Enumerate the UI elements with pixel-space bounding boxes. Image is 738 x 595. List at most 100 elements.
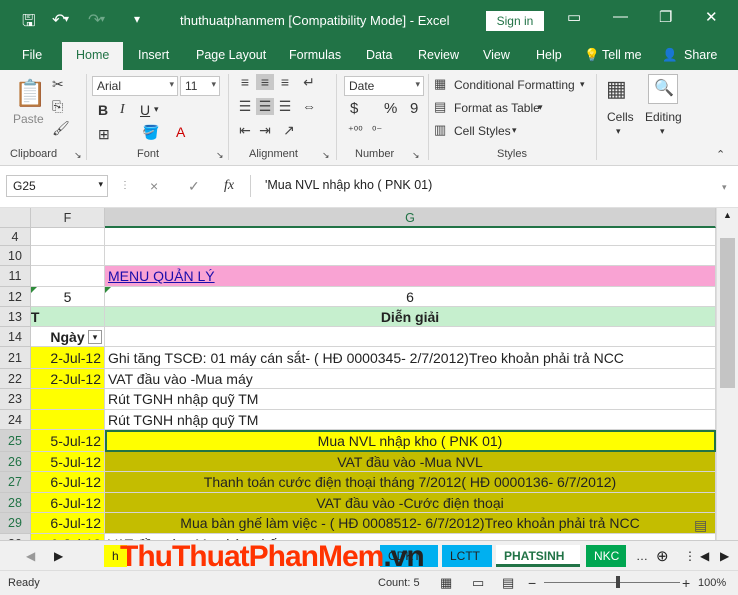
cell-f22[interactable]: 2-Jul-12 — [31, 369, 105, 389]
row-header[interactable]: 29 — [0, 513, 31, 534]
align-bottom-icon[interactable]: ≡ — [276, 74, 294, 90]
row-header[interactable]: 27 — [0, 472, 31, 493]
column-header-f[interactable]: F — [31, 208, 105, 228]
tab-review[interactable]: Review — [418, 48, 459, 62]
formula-input[interactable]: 'Mua NVL nhập kho ( PNK 01) — [250, 175, 720, 197]
scroll-thumb[interactable] — [720, 238, 735, 388]
zoom-slider-track[interactable] — [544, 582, 680, 583]
tab-formulas[interactable]: Formulas — [289, 48, 341, 62]
decrease-indent-icon[interactable]: ⇤ — [236, 122, 254, 139]
cell-g10[interactable] — [105, 246, 716, 266]
prev-sheet-icon[interactable]: ◀ — [18, 545, 43, 567]
row-header[interactable]: 10 — [0, 246, 31, 266]
scroll-up-icon[interactable]: ▲ — [723, 210, 732, 220]
align-right-icon[interactable]: ☰ — [276, 98, 294, 115]
tab-home[interactable]: Home — [62, 42, 124, 70]
font-name-combo[interactable]: Arial ▾ — [92, 76, 178, 96]
sheet-tab-lctt[interactable]: LCTT — [442, 545, 492, 567]
align-left-icon[interactable]: ☰ — [236, 98, 254, 115]
cell-g13[interactable]: Diễn giải — [105, 307, 716, 327]
row-header[interactable]: 11 — [0, 266, 31, 287]
clipboard-launcher-icon[interactable]: ↘ — [74, 150, 82, 161]
editing-button[interactable]: Editing — [645, 110, 682, 124]
format-painter-icon[interactable]: 🖌 — [52, 120, 70, 137]
decrease-decimal-icon[interactable]: ⁰⁻ — [372, 124, 382, 137]
increase-decimal-icon[interactable]: ⁺⁰⁰ — [348, 124, 363, 137]
cell-styles-button[interactable]: Cell Styles — [454, 124, 511, 138]
cell-f26[interactable]: 5-Jul-12 — [31, 452, 105, 472]
filter-dropdown-icon[interactable]: ▾ — [88, 330, 102, 344]
fill-color-icon[interactable]: 🪣 — [142, 124, 159, 141]
cell-f11[interactable] — [31, 266, 105, 287]
column-header-g[interactable]: G — [105, 208, 716, 228]
cell-f27[interactable]: 6-Jul-12 — [31, 472, 105, 493]
orientation-icon[interactable]: ↗ — [280, 122, 298, 139]
row-header[interactable]: 23 — [0, 389, 31, 410]
cell-g14[interactable] — [105, 327, 716, 347]
cell-f13[interactable]: GT — [31, 307, 105, 327]
menu-link[interactable]: MENU QUẢN LÝ — [108, 268, 215, 284]
cell-g27[interactable]: Thanh toán cước điện thoại tháng 7/2012(… — [105, 472, 716, 493]
zoom-slider-thumb[interactable] — [616, 576, 620, 588]
cell-f24[interactable] — [31, 410, 105, 430]
cell-g12[interactable]: 6 — [105, 287, 716, 307]
expand-formula-icon[interactable]: ▾ — [722, 182, 727, 193]
underline-icon[interactable]: U — [140, 102, 150, 118]
add-sheet-icon[interactable]: ⊕ — [648, 543, 677, 565]
cell-g25[interactable]: Mua NVL nhập kho ( PNK 01) — [105, 430, 716, 452]
paste-button[interactable]: Paste — [13, 112, 44, 126]
undo-dropdown-icon[interactable]: ▾ — [64, 14, 69, 25]
cell-f10[interactable] — [31, 246, 105, 266]
comma-button[interactable]: 9 — [410, 100, 418, 117]
bold-icon[interactable]: B — [98, 102, 108, 118]
row-header[interactable]: 13 — [0, 307, 31, 327]
row-header[interactable]: 12 — [0, 287, 31, 307]
normal-view-icon[interactable]: ▦ — [440, 575, 452, 591]
customize-toolbar-icon[interactable]: ▾ — [134, 12, 140, 26]
row-header[interactable]: 24 — [0, 410, 31, 430]
save-icon[interactable]: 🖫 — [22, 10, 36, 37]
ribbon-display-icon[interactable]: ▭ — [567, 8, 581, 26]
row-header[interactable]: 4 — [0, 228, 31, 246]
percent-button[interactable]: % — [384, 100, 397, 117]
borders-icon[interactable]: ⊞ — [98, 126, 110, 143]
align-center-icon[interactable]: ☰ — [256, 98, 274, 115]
wrap-text-icon[interactable]: ↵ — [300, 74, 318, 91]
sign-in-button[interactable]: Sign in — [486, 11, 544, 31]
tab-data[interactable]: Data — [366, 48, 392, 62]
cell-f21[interactable]: 2-Jul-12 — [31, 347, 105, 369]
enter-button[interactable]: ✓ — [188, 178, 200, 195]
row-header[interactable]: 25 — [0, 430, 31, 452]
tab-page-layout[interactable]: Page Layout — [196, 48, 266, 62]
cell-g11[interactable]: MENU QUẢN LÝ — [105, 266, 716, 287]
cell-g26[interactable]: VAT đầu vào -Mua NVL — [105, 452, 716, 472]
cell-g22[interactable]: VAT đầu vào -Mua máy — [105, 369, 716, 389]
cell-g28[interactable]: VAT đầu vào -Cước điện thoại — [105, 493, 716, 513]
name-box[interactable]: G25 ▾ — [6, 175, 108, 197]
select-all-corner[interactable] — [0, 208, 31, 228]
page-layout-view-icon[interactable]: ▭ — [472, 575, 484, 591]
row-header[interactable]: 28 — [0, 493, 31, 513]
cell-g24[interactable]: Rút TGNH nhập quỹ TM — [105, 410, 716, 430]
increase-indent-icon[interactable]: ⇥ — [256, 122, 274, 139]
row-header[interactable]: 21 — [0, 347, 31, 369]
copy-icon[interactable]: ⎘ — [52, 98, 63, 115]
cut-icon[interactable]: ✂ — [52, 76, 64, 93]
row-header[interactable]: 22 — [0, 369, 31, 389]
font-launcher-icon[interactable]: ↘ — [216, 150, 224, 161]
paste-icon[interactable]: 📋 — [14, 78, 46, 109]
align-top-icon[interactable]: ≡ — [236, 74, 254, 90]
font-size-combo[interactable]: 11 ▾ — [180, 76, 220, 96]
cell-g23[interactable]: Rút TGNH nhập quỹ TM — [105, 389, 716, 410]
tab-help[interactable]: Help — [536, 48, 562, 62]
cell-f4[interactable] — [31, 228, 105, 246]
share-button[interactable]: Share — [684, 48, 717, 62]
zoom-level[interactable]: 100% — [698, 577, 726, 589]
restore-icon[interactable]: ❐ — [659, 8, 672, 26]
minimize-icon[interactable]: — — [613, 8, 628, 25]
cell-f28[interactable]: 6-Jul-12 — [31, 493, 105, 513]
cancel-button[interactable]: × — [150, 178, 158, 194]
tab-file[interactable]: File — [22, 48, 42, 62]
cell-f29[interactable]: 6-Jul-12 — [31, 513, 105, 534]
cell-f23[interactable] — [31, 389, 105, 410]
